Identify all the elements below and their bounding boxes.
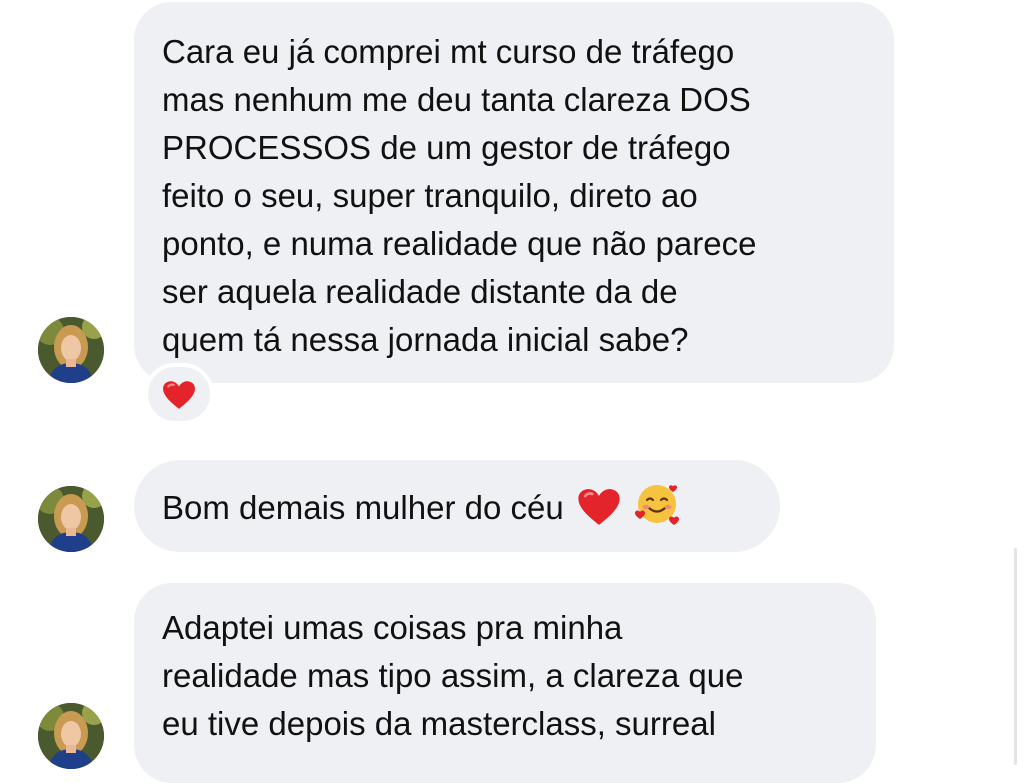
heart-icon — [578, 489, 620, 525]
message-line: Cara eu já comprei mt curso de tráfego — [162, 33, 735, 70]
message-bubble[interactable]: Cara eu já comprei mt curso de tráfego m… — [134, 2, 894, 383]
message-bubble[interactable]: Adaptei umas coisas pra minha realidade … — [134, 583, 876, 783]
heart-icon — [163, 381, 195, 409]
avatar-photo — [38, 486, 104, 552]
sender-avatar[interactable] — [38, 703, 104, 769]
message-line: ponto, e numa realidade que não parece — [162, 225, 757, 262]
message-line: realidade mas tipo assim, a clareza que — [162, 657, 744, 694]
scrollbar[interactable] — [1014, 548, 1017, 765]
sender-avatar[interactable] — [38, 317, 104, 383]
message-bubble[interactable]: Bom demais mulher do céu — [134, 460, 780, 552]
avatar-photo — [38, 317, 104, 383]
smiling-face-with-hearts-icon — [635, 485, 680, 525]
reaction-badge[interactable] — [144, 363, 214, 425]
message-line: quem tá nessa jornada inicial sabe? — [162, 321, 689, 358]
sender-avatar[interactable] — [38, 486, 104, 552]
message-line: PROCESSOS de um gestor de tráfego — [162, 129, 731, 166]
message-thread[interactable]: Cara eu já comprei mt curso de tráfego m… — [0, 0, 1024, 783]
message-text: Bom demais mulher do céu — [162, 489, 564, 526]
message-line: mas nenhum me deu tanta clareza DOS — [162, 81, 751, 118]
avatar-photo — [38, 703, 104, 769]
message-line: feito o seu, super tranquilo, direto ao — [162, 177, 698, 214]
message-line: ser aquela realidade distante da de — [162, 273, 678, 310]
message-line: eu tive depois da masterclass, surreal — [162, 705, 716, 742]
message-line: Adaptei umas coisas pra minha — [162, 609, 623, 646]
